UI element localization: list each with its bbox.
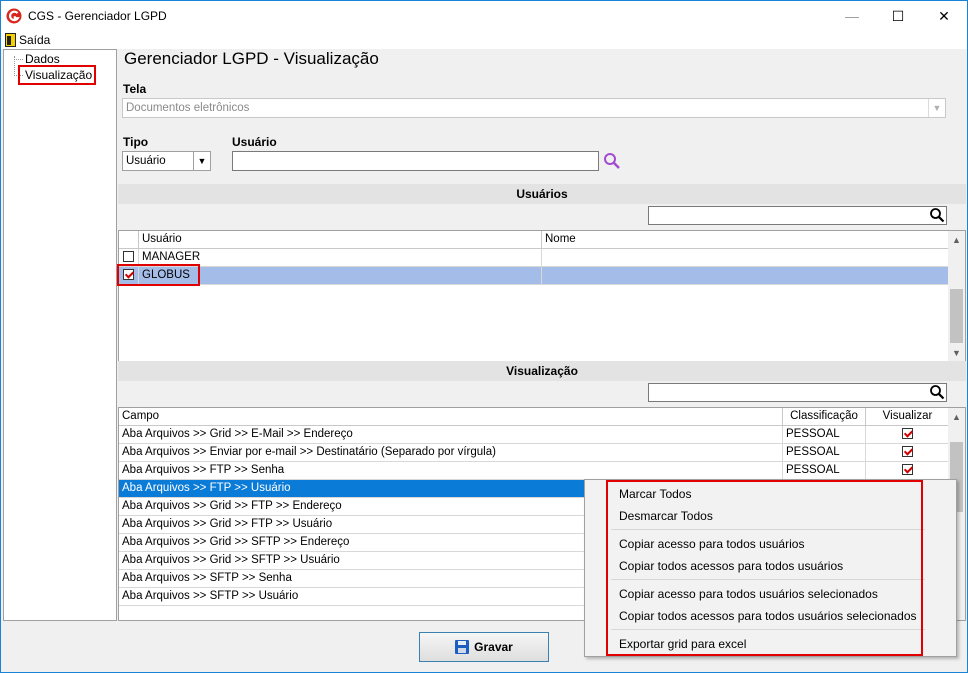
column-header-classificacao[interactable]: Classificação: [783, 408, 866, 426]
chevron-down-icon: ▼: [928, 99, 945, 117]
app-logo-icon: [6, 8, 22, 24]
search-icon[interactable]: [929, 207, 945, 223]
gravar-button-label: Gravar: [474, 640, 513, 654]
window-title: CGS - Gerenciador LGPD: [28, 9, 167, 23]
search-icon[interactable]: [929, 384, 945, 400]
column-header-usuario[interactable]: Usuário: [139, 231, 542, 249]
cell-visualizar: [866, 444, 949, 462]
title-bar: CGS - Gerenciador LGPD — ☐ ✕: [1, 1, 967, 31]
cell-campo: Aba Arquivos >> Grid >> E-Mail >> Endere…: [119, 426, 783, 444]
cell-visualizar: [866, 462, 949, 480]
app-window: CGS - Gerenciador LGPD — ☐ ✕ Saída Dados…: [0, 0, 968, 673]
page-title: Gerenciador LGPD - Visualização: [124, 49, 379, 68]
visualizacao-search-input[interactable]: [648, 383, 947, 402]
cell-nome: [542, 249, 949, 267]
cell-classificacao: PESSOAL: [783, 444, 866, 462]
usuarios-grid-header: Usuário Nome: [119, 231, 949, 249]
navigation-tree: Dados Visualização: [3, 49, 117, 621]
search-user-icon[interactable]: [603, 152, 621, 170]
column-header-visualizar[interactable]: Visualizar: [866, 408, 949, 426]
cell-campo: Aba Arquivos >> Enviar por e-mail >> Des…: [119, 444, 783, 462]
scroll-down-icon[interactable]: ▼: [948, 344, 965, 361]
menu-saida[interactable]: Saída: [5, 32, 50, 48]
menu-item-exportar-excel[interactable]: Exportar grid para excel: [619, 637, 746, 651]
table-row[interactable]: Aba Arquivos >> Enviar por e-mail >> Des…: [119, 444, 949, 462]
table-row[interactable]: Aba Arquivos >> Grid >> E-Mail >> Endere…: [119, 426, 949, 444]
maximize-button[interactable]: ☐: [875, 1, 921, 31]
tela-select[interactable]: Documentos eletrônicos ▼: [122, 98, 946, 118]
chevron-down-icon: ▼: [193, 152, 210, 170]
row-checkbox[interactable]: [123, 251, 134, 263]
visualizacao-grid-header: Campo Classificação Visualizar: [119, 408, 949, 426]
menu-item-copiar-acesso-selecionados[interactable]: Copiar acesso para todos usuários seleci…: [619, 587, 878, 601]
column-header-nome[interactable]: Nome: [542, 231, 949, 249]
menu-item-desmarcar-todos[interactable]: Desmarcar Todos: [619, 509, 713, 523]
cell-classificacao: PESSOAL: [783, 426, 866, 444]
gravar-button[interactable]: Gravar: [419, 632, 549, 662]
menu-separator: [611, 629, 925, 630]
floppy-disk-icon: [455, 640, 470, 654]
usuarios-section-header: Usuários: [118, 184, 966, 204]
tree-item-dados[interactable]: Dados: [25, 52, 60, 66]
table-row[interactable]: Aba Arquivos >> FTP >> Senha PESSOAL: [119, 462, 949, 480]
menu-saida-label: Saída: [19, 33, 51, 47]
close-button[interactable]: ✕: [921, 1, 967, 31]
tipo-select[interactable]: Usuário ▼: [122, 151, 211, 171]
table-row-selected[interactable]: GLOBUS: [119, 267, 949, 285]
cell-nome: [542, 267, 949, 285]
tree-connector: [14, 75, 23, 76]
usuario-input[interactable]: [232, 151, 599, 171]
row-checkbox-checked[interactable]: [123, 269, 134, 281]
menu-separator: [611, 529, 925, 530]
column-header-campo[interactable]: Campo: [119, 408, 783, 426]
visualizar-checkbox[interactable]: [901, 428, 913, 440]
tree-connector: [14, 59, 23, 60]
menu-separator: [611, 579, 925, 580]
usuarios-search-input[interactable]: [648, 206, 947, 225]
cell-usuario: GLOBUS: [139, 267, 542, 285]
cell-visualizar: [866, 426, 949, 444]
tipo-select-value: Usuário: [126, 155, 166, 167]
menu-item-copiar-todos-acessos-selecionados[interactable]: Copiar todos acessos para todos usuários…: [619, 609, 917, 623]
tipo-label: Tipo: [123, 135, 149, 149]
tree-item-visualizacao[interactable]: Visualização: [25, 68, 92, 82]
menu-item-copiar-todos-acessos-todos[interactable]: Copiar todos acessos para todos usuários: [619, 559, 843, 573]
table-row[interactable]: MANAGER: [119, 249, 949, 267]
context-menu: Marcar Todos Desmarcar Todos Copiar aces…: [584, 479, 957, 657]
tela-select-value: Documentos eletrônicos: [126, 102, 250, 114]
visualizacao-section-header: Visualização: [118, 361, 966, 381]
exit-door-icon: [5, 33, 16, 47]
tela-label: Tela: [123, 82, 147, 96]
scroll-up-icon[interactable]: ▲: [948, 408, 965, 425]
visualizar-checkbox[interactable]: [901, 446, 913, 458]
cell-usuario: MANAGER: [139, 249, 542, 267]
menu-item-marcar-todos[interactable]: Marcar Todos: [619, 487, 691, 501]
usuarios-grid: Usuário Nome MANAGER GLOBUS ▲ ▼: [118, 230, 966, 362]
visualizar-checkbox[interactable]: [901, 464, 913, 476]
usuario-label: Usuário: [232, 135, 277, 149]
checkbox-column-header: [119, 231, 139, 249]
cell-classificacao: PESSOAL: [783, 462, 866, 480]
usuarios-scrollbar[interactable]: ▲ ▼: [948, 231, 965, 361]
minimize-button[interactable]: —: [829, 1, 875, 31]
cell-campo: Aba Arquivos >> FTP >> Senha: [119, 462, 783, 480]
scroll-up-icon[interactable]: ▲: [948, 231, 965, 248]
menu-bar: Saída: [1, 31, 967, 49]
menu-item-copiar-acesso-todos[interactable]: Copiar acesso para todos usuários: [619, 537, 804, 551]
scroll-thumb[interactable]: [950, 289, 963, 343]
